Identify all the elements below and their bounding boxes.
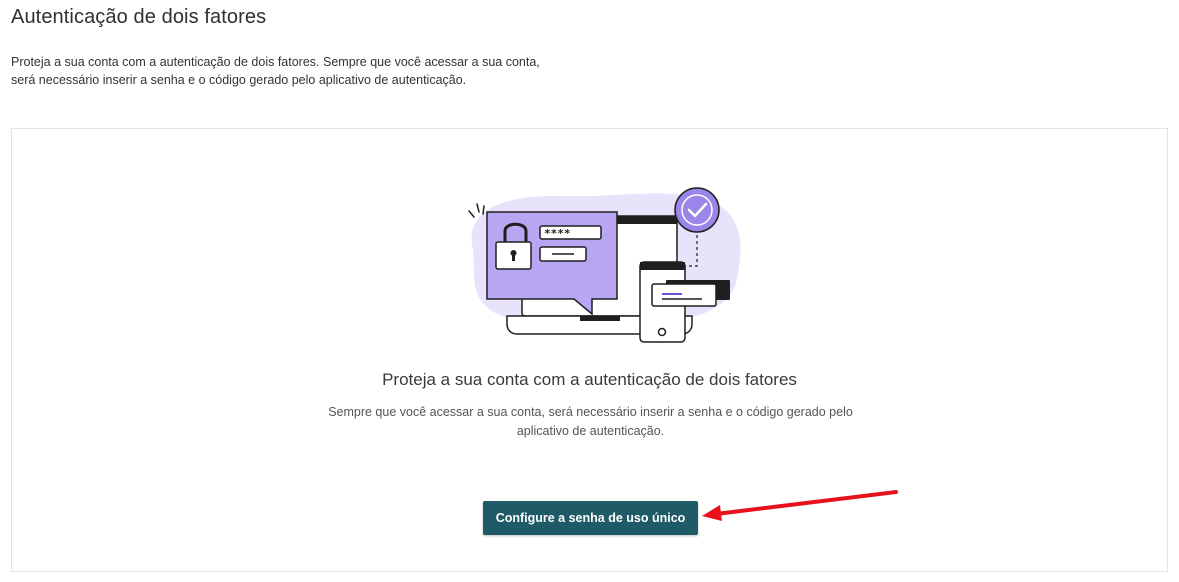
two-factor-card: **** Proteja a sua conta com a autentica…	[11, 128, 1168, 572]
code-card	[651, 283, 717, 307]
two-factor-illustration-icon: ****	[468, 187, 741, 343]
password-mask: ****	[544, 227, 571, 240]
page-description: Proteja a sua conta com a autenticação d…	[11, 55, 540, 87]
configure-otp-button[interactable]: Configure a senha de uso único	[483, 501, 698, 535]
red-arrow-icon	[702, 490, 898, 521]
card-description: Sempre que você acessar a sua conta, ser…	[328, 405, 853, 438]
card-title: Proteja a sua conta com a autenticação d…	[382, 370, 797, 389]
page-title: Autenticação de dois fatores	[11, 6, 267, 28]
